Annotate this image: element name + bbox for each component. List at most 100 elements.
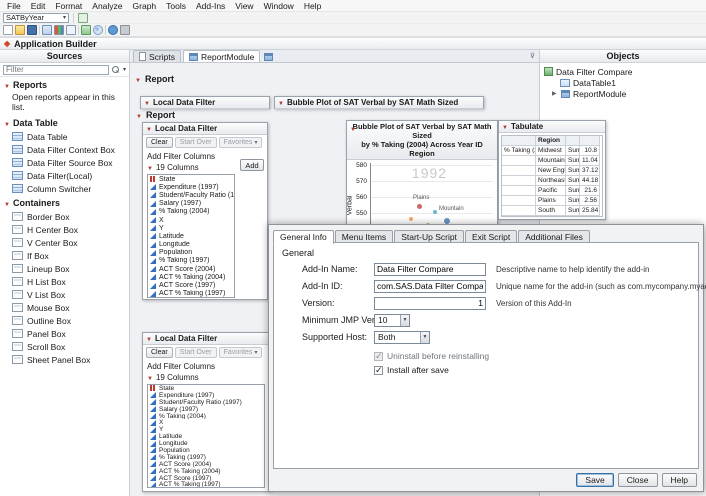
data-table-section-header[interactable]: Data Table (0, 115, 129, 130)
filter-column-item[interactable]: ACT Score (2004) (148, 461, 264, 468)
filter-column-item[interactable]: X (148, 216, 234, 224)
container-source-item[interactable]: Panel Box (0, 327, 129, 340)
search-icon[interactable] (112, 66, 120, 74)
add-button[interactable]: Add (240, 159, 264, 171)
window-bubble-plot-collapsed[interactable]: Bubble Plot of SAT Verbal by SAT Math Si… (274, 96, 484, 109)
filter-column-item[interactable]: Salary (1997) (148, 406, 264, 413)
hotspot-icon[interactable] (146, 124, 152, 133)
clear-button[interactable]: Clear (146, 347, 173, 358)
open-icon[interactable] (15, 25, 25, 35)
container-source-item[interactable]: Outline Box (0, 314, 129, 327)
data-table-icon[interactable] (42, 25, 52, 35)
separator[interactable] (105, 25, 106, 35)
container-source-item[interactable]: V Center Box (0, 236, 129, 249)
container-source-item[interactable]: H List Box (0, 275, 129, 288)
tree-item-report-module[interactable]: ▶ ReportModule (544, 88, 706, 99)
menu-item[interactable]: Format (50, 0, 87, 12)
filter-column-item[interactable]: % Taking (2004) (148, 413, 264, 420)
filter-column-item[interactable]: Latitude (148, 433, 264, 440)
filter-column-item[interactable]: % Taking (2004) (148, 208, 234, 216)
filter-column-item[interactable]: % Taking (1997) (148, 454, 264, 461)
new-module-icon[interactable] (264, 53, 273, 61)
version-input[interactable] (374, 297, 486, 310)
bubble-point[interactable] (417, 204, 422, 209)
filter-column-item[interactable]: ACT Score (2004) (148, 265, 234, 273)
hotspot-icon[interactable] (146, 334, 152, 343)
addin-name-input[interactable] (374, 263, 486, 276)
bubble-point[interactable] (433, 210, 437, 214)
menu-item[interactable]: Window (259, 0, 299, 12)
container-source-item[interactable]: H Center Box (0, 223, 129, 236)
report-hotspot-icon[interactable] (136, 110, 142, 120)
filter-column-item[interactable]: ACT % Taking (2004) (148, 468, 264, 475)
clear-button[interactable]: Clear (146, 137, 173, 148)
container-source-item[interactable]: Scroll Box (0, 340, 129, 353)
filter-column-item[interactable]: Longitude (148, 440, 264, 447)
menu-item[interactable]: Tools (161, 0, 191, 12)
disclosure-icon[interactable] (4, 198, 10, 208)
new-journal-icon[interactable] (3, 25, 13, 35)
save-icon[interactable] (27, 25, 37, 35)
filter-column-item[interactable]: ACT % Taking (1997) (148, 481, 264, 488)
data-table-source-item[interactable]: Data Table (0, 130, 129, 143)
hotspot-icon[interactable] (144, 98, 150, 107)
separator[interactable] (78, 25, 79, 35)
data-table-source-item[interactable]: Data Filter Source Box (0, 156, 129, 169)
tools-icon[interactable] (120, 25, 130, 35)
filter-column-item[interactable]: Expenditure (1997) (148, 183, 234, 191)
filter-column-item[interactable]: ACT Score (1997) (148, 475, 264, 482)
separator[interactable] (39, 25, 40, 35)
sources-filter-input[interactable] (3, 65, 109, 75)
containers-section-header[interactable]: Containers (0, 195, 129, 210)
filter-column-item[interactable]: Latitude (148, 232, 234, 240)
panel-menu-icon[interactable]: ⊽ (530, 52, 535, 60)
menu-item[interactable]: Edit (26, 0, 51, 12)
container-source-item[interactable]: V List Box (0, 288, 129, 301)
close-button[interactable]: Close (618, 473, 658, 487)
filter-column-list[interactable]: State Expenditure (1997) Student/Faculty… (147, 174, 235, 298)
script-combo[interactable]: SATByYear ▾ (3, 13, 69, 23)
menu-item[interactable]: Add-Ins (191, 0, 230, 12)
chevron-down-icon[interactable]: ▼ (400, 315, 409, 326)
distribution-icon[interactable] (54, 25, 64, 35)
filter-column-item[interactable]: State (148, 175, 234, 183)
bubble-point[interactable] (409, 217, 413, 221)
graph-builder-icon[interactable] (81, 25, 91, 35)
container-source-item[interactable]: If Box (0, 249, 129, 262)
help-button[interactable]: Help (662, 473, 697, 487)
help-icon[interactable] (108, 25, 118, 35)
start-over-button[interactable]: Start Over (175, 347, 217, 358)
hotspot-icon[interactable] (350, 124, 356, 133)
filter-column-item[interactable]: Population (148, 249, 234, 257)
data-table-source-item[interactable]: Data Filter Context Box (0, 143, 129, 156)
tree-item-datatable1[interactable]: DataTable1 (544, 77, 706, 88)
filter-column-item[interactable]: Population (148, 447, 264, 454)
filter-column-item[interactable]: ACT Score (1997) (148, 281, 234, 289)
container-source-item[interactable]: Mouse Box (0, 301, 129, 314)
filter-column-item[interactable]: ACT % Taking (1997) (148, 290, 234, 298)
install-after-save-checkbox[interactable] (374, 366, 383, 375)
reports-section-header[interactable]: Reports (0, 77, 129, 92)
columns-disclosure-icon[interactable] (147, 163, 153, 172)
container-source-item[interactable]: Border Box (0, 210, 129, 223)
container-source-item[interactable]: Sheet Panel Box (0, 353, 129, 366)
window-local-data-filter-collapsed[interactable]: Local Data Filter (140, 96, 270, 109)
filter-column-item[interactable]: ACT % Taking (2004) (148, 273, 234, 281)
menu-item[interactable]: Graph (128, 0, 162, 12)
filter-column-item[interactable]: State (148, 385, 264, 392)
fit-y-by-x-icon[interactable] (66, 25, 76, 35)
menu-item[interactable]: View (230, 0, 258, 12)
uninstall-checkbox[interactable] (374, 352, 383, 361)
menu-item[interactable]: Analyze (87, 0, 127, 12)
filter-column-item[interactable]: Expenditure (1997) (148, 392, 264, 399)
filter-column-item[interactable]: Student/Faculty Ratio (1997) (148, 191, 234, 199)
filter-column-item[interactable]: Y (148, 426, 264, 433)
columns-disclosure-icon[interactable] (147, 373, 153, 382)
filter-column-item[interactable]: Student/Faculty Ratio (1997) (148, 399, 264, 406)
favorites-button[interactable]: Favorites (219, 137, 263, 148)
supported-host-select[interactable]: Both ▼ (374, 331, 430, 344)
filter-column-item[interactable]: % Taking (1997) (148, 257, 234, 265)
chevron-down-icon[interactable]: ▾ (63, 15, 66, 21)
container-source-item[interactable]: Lineup Box (0, 262, 129, 275)
app-builder-diamond-icon[interactable]: ◆ (4, 40, 10, 48)
